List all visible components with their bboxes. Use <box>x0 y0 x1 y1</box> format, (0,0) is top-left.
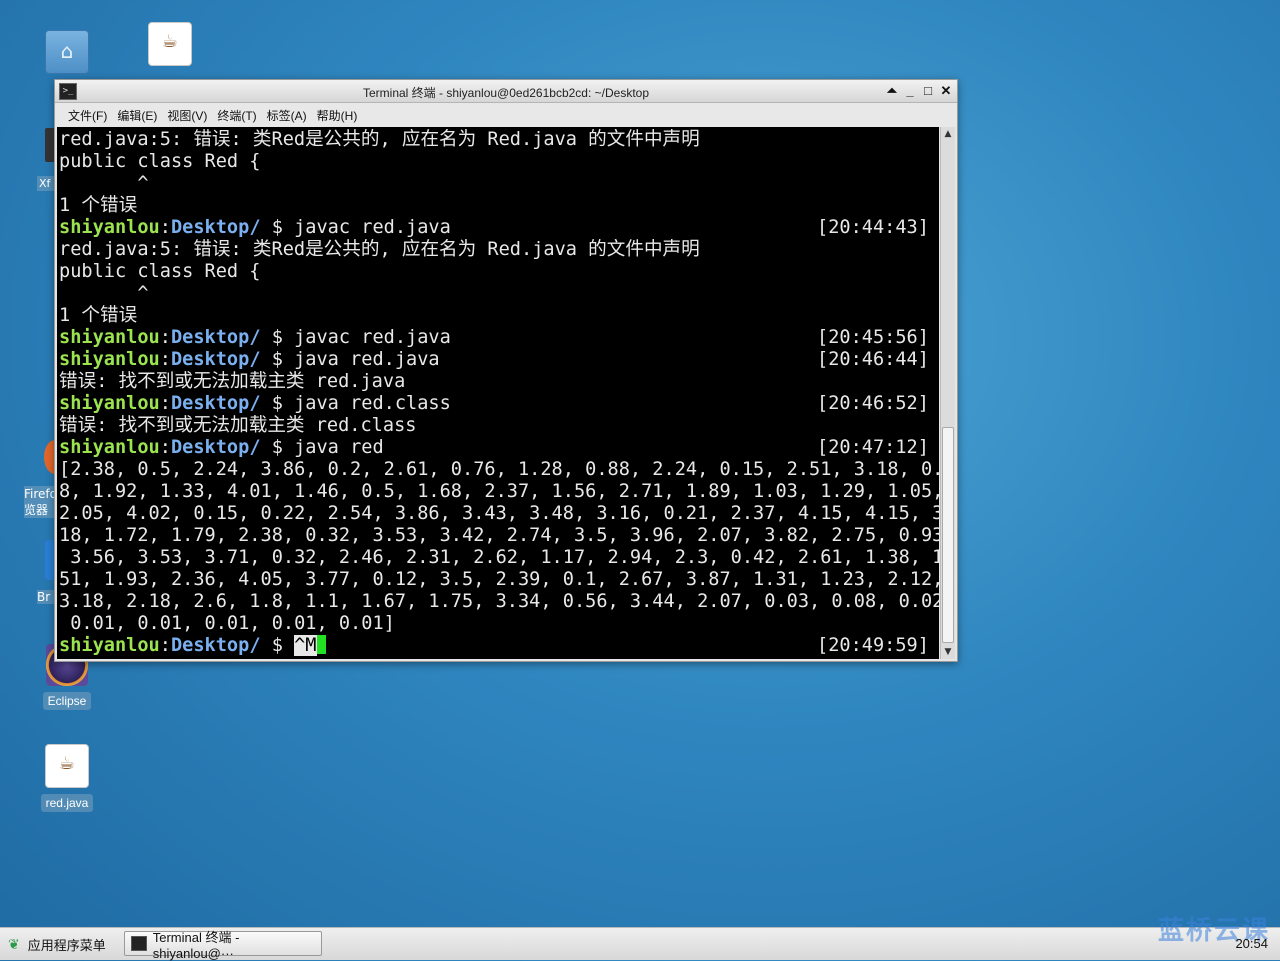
menu-bar: 文件(F) 编辑(E) 视图(V) 终端(T) 标签(A) 帮助(H) <box>55 103 957 127</box>
clock[interactable]: 20:54 <box>1235 936 1268 951</box>
command-text: $ javac red.java <box>260 217 451 238</box>
command-timestamp: [20:46:44] <box>817 349 929 370</box>
desktop-icon-red-java[interactable]: ☕ red.java <box>32 744 102 812</box>
prompt-separator: : <box>159 437 171 458</box>
output-line: 51, 1.93, 2.36, 4.05, 3.77, 0.12, 3.5, 2… <box>59 569 939 590</box>
scrollbar-thumb[interactable] <box>942 427 954 643</box>
output-line: ^ <box>59 283 149 304</box>
prompt-separator: : <box>159 327 171 348</box>
command-text: $ <box>260 635 295 656</box>
desktop-icon-xfce[interactable]: Xf <box>37 128 55 198</box>
command-text: $ java red <box>260 437 384 458</box>
output-line: red.java:5: 错误: 类Red是公共的, 应在名为 Red.java … <box>59 129 700 150</box>
terminal-scrollbar[interactable]: ▲ ▼ <box>940 127 955 659</box>
menu-file[interactable]: 文件(F) <box>63 107 112 124</box>
menu-tabs[interactable]: 标签(A) <box>262 107 312 124</box>
prompt-line: shiyanlou:Desktop/ $ java red.java <box>59 349 440 371</box>
output-line: 3.56, 3.53, 3.71, 0.32, 2.46, 2.31, 2.62… <box>59 547 939 568</box>
prompt-line: shiyanlou:Desktop/ $ javac red.java <box>59 217 451 239</box>
leaf-icon: ❦ <box>8 936 20 952</box>
applications-menu-button[interactable]: ❦ 应用程序菜单 <box>8 935 106 954</box>
output-line: public class Red { <box>59 261 261 282</box>
menu-view[interactable]: 视图(V) <box>162 107 212 124</box>
prompt-path: Desktop/ <box>170 437 261 458</box>
output-line: public class Red { <box>59 151 261 172</box>
prompt-path: Desktop/ <box>170 393 261 414</box>
taskbar-window-label: Terminal 终端 - shiyanlou@··· <box>152 929 240 961</box>
output-line: 8, 1.92, 1.33, 4.01, 1.46, 0.5, 1.68, 2.… <box>59 481 939 502</box>
prompt-path: Desktop/ <box>170 327 261 348</box>
output-line: 2.05, 4.02, 0.15, 0.22, 2.54, 3.86, 3.43… <box>59 503 939 524</box>
prompt-user: shiyanlou <box>59 635 160 656</box>
command-timestamp: [20:45:56] <box>817 327 929 348</box>
home-folder-icon <box>45 30 89 74</box>
command-timestamp: [20:47:12] <box>817 437 929 458</box>
minimize-button[interactable]: _ <box>903 82 917 99</box>
desktop-icon-firefox[interactable]: Firefo 览器 <box>24 440 66 525</box>
prompt-path: Desktop/ <box>170 635 261 656</box>
menu-terminal[interactable]: 终端(T) <box>212 107 261 124</box>
output-line: 1 个错误 <box>59 195 138 216</box>
prompt-user: shiyanlou <box>59 393 160 414</box>
menu-edit[interactable]: 编辑(E) <box>112 107 162 124</box>
output-line: 错误: 找不到或无法加载主类 red.class <box>59 415 417 436</box>
command-timestamp: [20:44:43] <box>817 217 929 238</box>
prompt-separator: : <box>159 349 171 370</box>
prompt-path: Desktop/ <box>170 217 261 238</box>
prompt-line: shiyanlou:Desktop/ $ ^M <box>59 635 326 657</box>
applications-menu-label: 应用程序菜单 <box>27 938 106 953</box>
prompt-separator: : <box>159 635 171 656</box>
prompt-line: shiyanlou:Desktop/ $ javac red.java <box>59 327 451 349</box>
command-text: $ java red.java <box>260 349 440 370</box>
window-title: Terminal 终端 - shiyanlou@0ed261bcb2cd: ~/… <box>363 86 649 100</box>
desktop-icon-browser[interactable]: Br <box>37 540 55 615</box>
desktop-icon-label: red.java <box>40 794 94 812</box>
terminal-window[interactable]: >_ Terminal 终端 - shiyanlou@0ed261bcb2cd:… <box>54 79 958 662</box>
desktop-icon-label: Eclipse <box>42 692 92 710</box>
prompt-separator: : <box>159 393 171 414</box>
command-input[interactable]: ^M <box>294 635 317 656</box>
java-file-icon: ☕ <box>148 22 192 66</box>
terminal-output[interactable]: red.java:5: 错误: 类Red是公共的, 应在名为 Red.java … <box>57 127 939 659</box>
taskbar-window-button[interactable]: Terminal 终端 - shiyanlou@··· <box>124 930 322 961</box>
taskbar: ❦ 应用程序菜单 Terminal 终端 - shiyanlou@··· 蓝桥云… <box>0 915 1280 961</box>
menu-help[interactable]: 帮助(H) <box>312 107 363 124</box>
output-line: [2.38, 0.5, 2.24, 3.86, 0.2, 2.61, 0.76,… <box>59 459 939 480</box>
output-line: 3.18, 2.18, 2.6, 1.8, 1.1, 1.67, 1.75, 3… <box>59 591 939 612</box>
output-line: 18, 1.72, 1.79, 2.38, 0.32, 3.53, 3.42, … <box>59 525 939 546</box>
desktop-icon-label: Firefo 览器 <box>24 486 54 518</box>
output-line: red.java:5: 错误: 类Red是公共的, 应在名为 Red.java … <box>59 239 700 260</box>
scroll-up-arrow[interactable]: ▲ <box>941 127 955 141</box>
command-timestamp: [20:46:52] <box>817 393 929 414</box>
prompt-path: Desktop/ <box>170 349 261 370</box>
prompt-user: shiyanlou <box>59 327 160 348</box>
cursor-block <box>316 635 326 654</box>
command-text: $ javac red.java <box>260 327 451 348</box>
prompt-separator: : <box>159 217 171 238</box>
java-file-icon: ☕ <box>45 744 89 788</box>
window-titlebar[interactable]: >_ Terminal 终端 - shiyanlou@0ed261bcb2cd:… <box>55 80 957 103</box>
close-button[interactable]: ✕ <box>939 82 953 99</box>
prompt-line: shiyanlou:Desktop/ $ java red <box>59 437 384 459</box>
prompt-user: shiyanlou <box>59 437 160 458</box>
desktop-icon-java-file-top[interactable]: ☕ <box>135 22 205 66</box>
terminal-icon <box>131 936 147 951</box>
shade-button[interactable]: ⏶ <box>885 82 899 99</box>
command-timestamp: [20:49:59] <box>817 635 929 656</box>
desktop-icon-label: Xf <box>37 176 55 191</box>
prompt-user: shiyanlou <box>59 217 160 238</box>
output-line: 0.01, 0.01, 0.01, 0.01, 0.01] <box>59 613 395 634</box>
desktop-icon-label: Br <box>37 590 55 604</box>
output-line: ^ <box>59 173 149 194</box>
maximize-button[interactable]: □ <box>921 82 935 99</box>
output-line: 错误: 找不到或无法加载主类 red.java <box>59 371 406 392</box>
command-text: $ java red.class <box>260 393 451 414</box>
prompt-user: shiyanlou <box>59 349 160 370</box>
output-line: 1 个错误 <box>59 305 138 326</box>
prompt-line: shiyanlou:Desktop/ $ java red.class <box>59 393 451 415</box>
scroll-down-arrow[interactable]: ▼ <box>941 645 955 659</box>
